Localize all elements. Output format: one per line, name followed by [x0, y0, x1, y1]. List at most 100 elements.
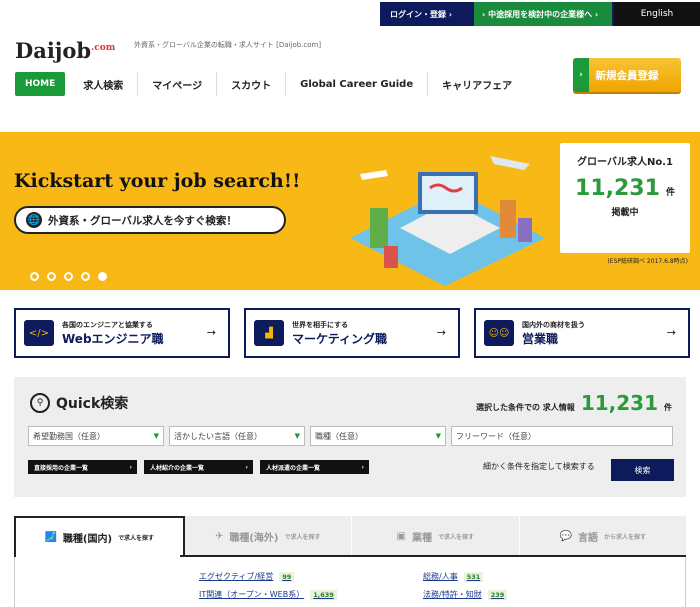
- nav-career-fair[interactable]: キャリアフェア: [428, 72, 526, 96]
- code-icon: </>: [24, 320, 54, 346]
- company-list-links: 直接採用の企業一覧 › 人材紹介の企業一覧 › 人材派遣の企業一覧 ›: [28, 460, 369, 474]
- tab-industry[interactable]: ▣ 業種 で求人を探す: [352, 516, 520, 556]
- job-label: エグゼクティブ/経営: [199, 572, 274, 581]
- quick-search-label: Quick検索: [56, 396, 129, 412]
- job-count-badge: 1,639: [310, 589, 337, 600]
- job-count-badge: 531: [463, 571, 484, 582]
- search-button[interactable]: 検索: [611, 459, 674, 481]
- dispatch-companies-link[interactable]: 人材派遣の企業一覧 ›: [260, 460, 369, 474]
- advanced-search-link[interactable]: 細かく条件を指定して検索する: [483, 461, 595, 472]
- category-title: Webエンジニア職: [62, 331, 164, 346]
- category-sub: 世界を相手にする: [292, 320, 349, 329]
- select-value: 希望勤務国（任意）: [33, 431, 105, 441]
- select-value: 職種（任意）: [315, 431, 363, 441]
- count-number: 11,231: [580, 391, 658, 415]
- stat-number-row: 11,231 件: [560, 176, 690, 201]
- tab-label: 職種(海外): [229, 532, 279, 544]
- signup-label: 新規会員登録: [595, 69, 659, 82]
- chip-label: 人材紹介の企業一覧: [150, 464, 205, 472]
- speech-icon: 💬: [559, 530, 572, 542]
- tab-job-domestic[interactable]: 🗾 職種(国内) で求人を探す: [14, 516, 185, 556]
- chevron-right-icon: ›: [361, 463, 364, 471]
- nav-scout[interactable]: スカウト: [217, 72, 287, 96]
- nav-home[interactable]: HOME: [15, 72, 66, 96]
- tab-label: 職種(国内): [62, 533, 113, 545]
- language-select[interactable]: 活かしたい言語（任意） ▼: [169, 426, 305, 446]
- site-logo[interactable]: Daijob.com: [15, 38, 115, 63]
- main-nav: HOME 求人検索 マイページ スカウト Global Career Guide…: [15, 72, 526, 96]
- slide-dot[interactable]: [30, 272, 39, 281]
- arrow-right-icon: →: [206, 326, 216, 339]
- briefcase-icon: ▣: [396, 530, 406, 542]
- country-select[interactable]: 希望勤務国（任意） ▼: [28, 426, 164, 446]
- select-value: 活かしたい言語（任意）: [174, 431, 262, 441]
- corporate-link[interactable]: › 中途採用を検討中の企業様へ ›: [474, 2, 612, 26]
- tab-sub: で求人を探す: [437, 533, 474, 541]
- job-label: IT関連（オープン・WEB系）: [199, 590, 305, 599]
- category-sub: 各国のエンジニアと協業する: [62, 320, 153, 329]
- category-marketing[interactable]: ▟ 世界を相手にするマーケティング職 →: [244, 308, 460, 358]
- signup-button[interactable]: › 新規会員登録: [573, 58, 681, 92]
- tab-job-overseas[interactable]: ✈ 職種(海外) で求人を探す: [184, 516, 352, 556]
- chip-label: 人材派遣の企業一覧: [266, 464, 321, 472]
- job-count-badge: 99: [279, 571, 295, 582]
- search-tabs: 🗾 職種(国内) で求人を探す ✈ 職種(海外) で求人を探す ▣ 業種 で求人を探す 💬 言…: [14, 516, 686, 556]
- stat-title: グローバル求人No.1: [577, 157, 673, 168]
- slide-dots: [30, 272, 107, 281]
- quick-search-title: ⚲ Quick検索: [30, 393, 128, 413]
- job-count-card: グローバル求人No.1 11,231 件 掲載中 (ESP総研調べ 2017.6.…: [560, 143, 690, 265]
- nav-global-career-guide[interactable]: Global Career Guide: [286, 72, 429, 96]
- search-icon: ⚲: [30, 393, 50, 413]
- job-count-badge: 239: [487, 589, 508, 600]
- result-count: 選択した条件での 求人情報 11,231 件: [476, 391, 672, 415]
- category-links: </> 各国のエンジニアと協業する Webエンジニア職 → ▟ 世界を相手にするマ…: [14, 308, 690, 358]
- hero-search-button[interactable]: 🌐 外資系・グローバル求人を今すぐ検索！: [14, 206, 286, 234]
- chevron-down-icon: ▼: [435, 432, 441, 440]
- tab-sub: で求人を探す: [118, 534, 155, 542]
- agency-companies-link[interactable]: 人材紹介の企業一覧 ›: [144, 460, 253, 474]
- category-web-engineer[interactable]: </> 各国のエンジニアと協業する Webエンジニア職 →: [14, 308, 230, 358]
- top-bar: ログイン・登録 › › 中途採用を検討中の企業様へ › English: [0, 0, 700, 30]
- count-unit: 件: [664, 403, 672, 412]
- list-item[interactable]: IT関連（オープン・WEB系） 1,639: [199, 589, 337, 600]
- login-register-link[interactable]: ログイン・登録 ›: [386, 2, 468, 26]
- chart-icon: ▟: [254, 320, 284, 346]
- category-sales[interactable]: ☺☺ 国内外の商材を扱う営業職 →: [474, 308, 690, 358]
- tab-language[interactable]: 💬 言語 から求人を探す: [519, 516, 686, 556]
- site-tagline: 外資系・グローバル企業の転職・求人サイト [Daijob.com]: [134, 41, 322, 49]
- category-sub: 国内外の商材を扱う: [522, 320, 585, 329]
- chevron-right-icon: ›: [129, 463, 132, 471]
- job-type-select[interactable]: 職種（任意） ▼: [310, 426, 446, 446]
- category-title: マーケティング職: [292, 331, 388, 346]
- japan-map-icon: 🗾: [44, 531, 57, 543]
- slide-dot[interactable]: [81, 272, 90, 281]
- list-item[interactable]: 法務/特許・知財 239: [423, 589, 508, 600]
- chip-label: 直接採用の企業一覧: [34, 464, 89, 472]
- list-item[interactable]: 総務/人事 531: [423, 571, 484, 582]
- direct-hire-companies-link[interactable]: 直接採用の企業一覧 ›: [28, 460, 137, 474]
- slide-dot[interactable]: [64, 272, 73, 281]
- keyword-input[interactable]: フリーワード（任意）: [451, 426, 673, 446]
- list-item[interactable]: エグゼクティブ/経営 99: [199, 571, 295, 582]
- globe-icon: 🌐: [26, 212, 42, 228]
- arrow-right-icon: →: [436, 326, 446, 339]
- tab-sub: で求人を探す: [284, 533, 321, 541]
- slide-dot[interactable]: [47, 272, 56, 281]
- stat-number: 11,231: [575, 176, 660, 201]
- slide-dot-active[interactable]: [98, 272, 107, 281]
- hero-headline: Kickstart your job search!!: [14, 170, 301, 192]
- chevron-right-icon: ›: [245, 463, 248, 471]
- nav-mypage[interactable]: マイページ: [138, 72, 218, 96]
- quick-search-panel: ⚲ Quick検索 選択した条件での 求人情報 11,231 件 希望勤務国（任…: [14, 377, 686, 497]
- job-label: 法務/特許・知財: [423, 590, 482, 599]
- arrow-right-icon: →: [666, 326, 676, 339]
- category-title: 営業職: [522, 331, 559, 346]
- nav-job-search[interactable]: 求人検索: [69, 72, 139, 96]
- stat-note: (ESP総研調べ 2017.6.8時点): [607, 258, 688, 265]
- job-category-list: エグゼクティブ/経営 99 IT関連（オープン・WEB系） 1,639 総務/人事 5…: [14, 557, 686, 607]
- stat-posted: 掲載中: [611, 208, 639, 218]
- tab-label: 業種: [411, 532, 432, 544]
- chevron-down-icon: ▼: [294, 432, 300, 440]
- english-link[interactable]: English: [614, 2, 700, 26]
- people-icon: ☺☺: [484, 320, 514, 346]
